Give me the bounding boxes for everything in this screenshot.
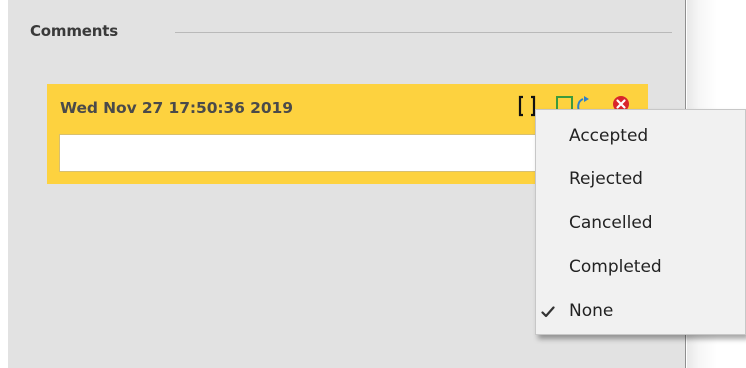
checkmark-icon [541,306,555,318]
menu-item-cancelled[interactable]: Cancelled [536,204,745,244]
section-divider [175,32,672,33]
menu-item-completed[interactable]: Completed [536,248,745,288]
menu-item-label: Completed [569,257,662,277]
menu-item-accepted[interactable]: Accepted [536,117,745,157]
section-title: Comments [30,22,118,40]
menu-item-label: Cancelled [569,213,653,233]
status-context-menu: Accepted Rejected Cancelled Completed No… [535,109,746,335]
comment-text-field[interactable] [59,134,599,172]
brackets-icon[interactable] [518,95,536,117]
menu-item-label: Accepted [569,126,649,146]
menu-item-label: None [569,301,614,321]
comment-date: Wed Nov 27 17:50:36 2019 [60,99,293,117]
menu-item-rejected[interactable]: Rejected [536,160,745,200]
menu-item-label: Rejected [569,169,643,189]
menu-item-none[interactable]: None [536,292,745,332]
